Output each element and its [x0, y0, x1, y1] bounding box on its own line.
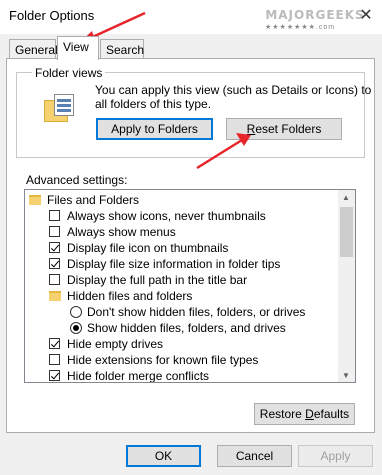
tab-view[interactable]: View — [57, 36, 99, 60]
annotation-arrows — [78, 11, 251, 170]
arrow-to-reset-folders-icon — [196, 133, 251, 170]
